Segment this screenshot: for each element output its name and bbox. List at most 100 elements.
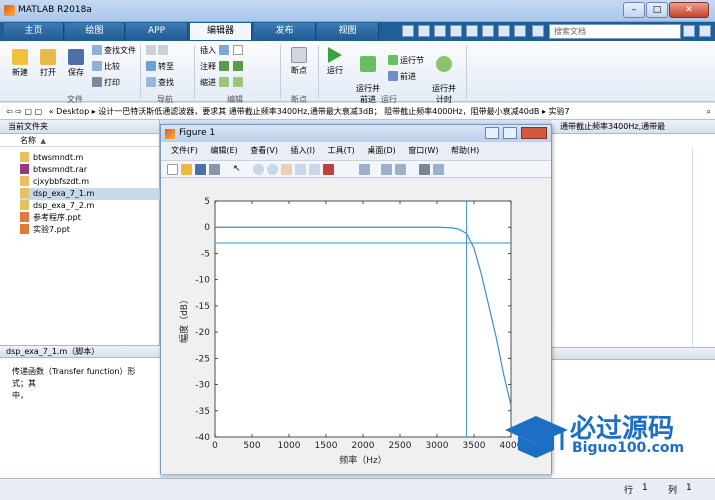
- name-column-header[interactable]: 名称 ▲: [0, 134, 159, 147]
- figure-maximize-button[interactable]: [503, 127, 517, 139]
- list-item[interactable]: btwsmndt.rar: [20, 164, 160, 176]
- link-plot-icon[interactable]: [359, 164, 370, 175]
- menu-window[interactable]: 窗口(W): [408, 146, 438, 155]
- rar-file-icon: [20, 164, 29, 174]
- open-button[interactable]: 打开: [36, 49, 60, 78]
- minimize-button[interactable]: –: [623, 2, 645, 18]
- list-item[interactable]: 参考程序.ppt: [20, 212, 160, 224]
- run-button[interactable]: 运行: [322, 47, 348, 76]
- tab-home[interactable]: 主页: [4, 23, 64, 40]
- paste-icon[interactable]: [450, 25, 462, 37]
- tab-view[interactable]: 视图: [317, 23, 379, 40]
- zoom-out-icon[interactable]: [267, 164, 278, 175]
- help-icon[interactable]: [514, 25, 526, 37]
- menu-insert[interactable]: 插入(I): [291, 146, 316, 155]
- menu-file[interactable]: 文件(F): [171, 146, 198, 155]
- advance-button[interactable]: 前进: [388, 71, 416, 83]
- y-tick-label: -25: [195, 354, 210, 364]
- goto-button[interactable]: 转至: [146, 61, 174, 73]
- run-section-button[interactable]: 运行节: [388, 55, 424, 67]
- maximize-button[interactable]: □: [646, 2, 668, 18]
- figure-window[interactable]: Figure 1 文件(F) 编辑(E) 查看(V) 插入(I) 工具(T) 桌…: [160, 124, 552, 474]
- find-files-icon: [92, 45, 102, 55]
- menu-tools[interactable]: 工具(T): [328, 146, 355, 155]
- editor-scrollbar[interactable]: [692, 148, 706, 348]
- pan-hand-icon[interactable]: [281, 164, 292, 175]
- insert-colorbar-icon[interactable]: [381, 164, 392, 175]
- address-bar[interactable]: ⇦ ⇨ ▢ ▢ « Desktop ▸ 设计一巴特沃斯低通滤波器，要求其 通带截…: [0, 103, 715, 120]
- figure-title: Figure 1: [179, 128, 216, 138]
- save-quick-icon[interactable]: [402, 25, 414, 37]
- list-item[interactable]: cjxybbfszdt.m: [20, 176, 160, 188]
- current-folder-panel: 当前文件夹 名称 ▲ btwsmndt.m btwsmndt.rar cjxyb…: [0, 120, 160, 346]
- comment-button[interactable]: 注释: [200, 61, 245, 73]
- open-file-icon[interactable]: [181, 164, 192, 175]
- figure-close-button[interactable]: [521, 127, 547, 139]
- new-figure-icon[interactable]: [167, 164, 178, 175]
- browse-folder-icon[interactable]: ▢: [35, 107, 43, 116]
- tab-apps[interactable]: APP: [126, 23, 188, 40]
- figure-title-bar[interactable]: Figure 1: [161, 125, 551, 142]
- figure-menu-bar: 文件(F) 编辑(E) 查看(V) 插入(I) 工具(T) 桌面(D) 窗口(W…: [161, 142, 551, 160]
- zoom-in-icon[interactable]: [253, 164, 264, 175]
- new-button[interactable]: 新建: [8, 49, 32, 78]
- data-cursor-icon[interactable]: [309, 164, 320, 175]
- insert-button[interactable]: 插入: [200, 45, 245, 57]
- list-item[interactable]: btwsmndt.m: [20, 152, 160, 164]
- menu-desktop[interactable]: 桌面(D): [367, 146, 395, 155]
- current-path[interactable]: « Desktop ▸ 设计一巴特沃斯低通滤波器，要求其 通带截止频率3400H…: [49, 107, 570, 116]
- redo-icon[interactable]: [482, 25, 494, 37]
- menu-edit[interactable]: 编辑(E): [210, 146, 237, 155]
- quick-access-dropdown-icon[interactable]: [532, 25, 544, 37]
- close-button[interactable]: ✕: [669, 2, 709, 18]
- ribbon-tabs: 主页 绘图 APP 编辑器 发布 视图 搜索文档: [0, 22, 715, 41]
- command-window-header: [552, 347, 715, 360]
- tab-editor[interactable]: 编辑器: [190, 23, 252, 40]
- x-tick-label: 1500: [315, 441, 338, 451]
- tab-publish[interactable]: 发布: [254, 23, 316, 40]
- hide-plot-tools-icon[interactable]: [419, 164, 430, 175]
- tab-plots[interactable]: 绘图: [65, 23, 125, 40]
- ribbon-toolbar: 新建 打开 保存 查找文件 比较 打印 文件 转至 查找 导航 插入 注释 缩进…: [0, 41, 715, 105]
- m-file-icon: [20, 176, 29, 186]
- address-search-icon[interactable]: ⌕: [707, 103, 711, 120]
- menu-view[interactable]: 查看(V): [250, 146, 278, 155]
- back-arrow-icon[interactable]: ⇦: [6, 107, 13, 116]
- compare-button[interactable]: 比较: [92, 61, 120, 73]
- print-figure-icon[interactable]: [209, 164, 220, 175]
- list-item[interactable]: dsp_exa_7_2.m: [20, 200, 160, 212]
- x-tick-label: 500: [243, 441, 260, 451]
- cut-icon[interactable]: [418, 25, 430, 37]
- find-button[interactable]: 查找: [146, 77, 174, 89]
- save-figure-icon[interactable]: [195, 164, 206, 175]
- find-files-button[interactable]: 查找文件: [92, 45, 136, 57]
- y-tick-label: -35: [195, 407, 210, 417]
- list-item[interactable]: 实验7.ppt: [20, 224, 160, 236]
- print-button[interactable]: 打印: [92, 77, 120, 89]
- up-folder-icon[interactable]: ▢: [25, 107, 33, 116]
- brush-icon[interactable]: [323, 164, 334, 175]
- undo-icon[interactable]: [466, 25, 478, 37]
- breakpoints-button[interactable]: 断点: [286, 47, 312, 76]
- indent-button[interactable]: 缩进: [200, 77, 245, 89]
- nav-back-button[interactable]: [146, 45, 170, 57]
- edit-plot-arrow-icon[interactable]: ↖: [233, 164, 244, 175]
- insert-legend-icon[interactable]: [395, 164, 406, 175]
- list-item[interactable]: dsp_exa_7_1.m: [20, 188, 160, 200]
- rotate-3d-icon[interactable]: [295, 164, 306, 175]
- figure-minimize-button[interactable]: [485, 127, 499, 139]
- show-plot-tools-icon[interactable]: [433, 164, 444, 175]
- x-axis-label: 频率（Hz）: [339, 454, 387, 466]
- x-tick-label: 1000: [278, 441, 301, 451]
- run-advance-icon: [360, 56, 376, 72]
- forward-arrow-icon[interactable]: ⇨: [15, 107, 22, 116]
- run-and-time-button[interactable]: 运行并 计时: [428, 47, 460, 105]
- ribbon-collapse-icon[interactable]: [699, 25, 711, 37]
- save-button[interactable]: 保存: [64, 49, 88, 78]
- switch-windows-icon[interactable]: [498, 25, 510, 37]
- menu-help[interactable]: 帮助(H): [451, 146, 479, 155]
- figure-canvas[interactable]: 0 500 1000 1500 2000 2500 3000 3500 4000 5 0 -5 -10-…: [161, 179, 551, 474]
- notification-icon[interactable]: [683, 25, 695, 37]
- search-input[interactable]: 搜索文档: [549, 24, 681, 39]
- copy-icon[interactable]: [434, 25, 446, 37]
